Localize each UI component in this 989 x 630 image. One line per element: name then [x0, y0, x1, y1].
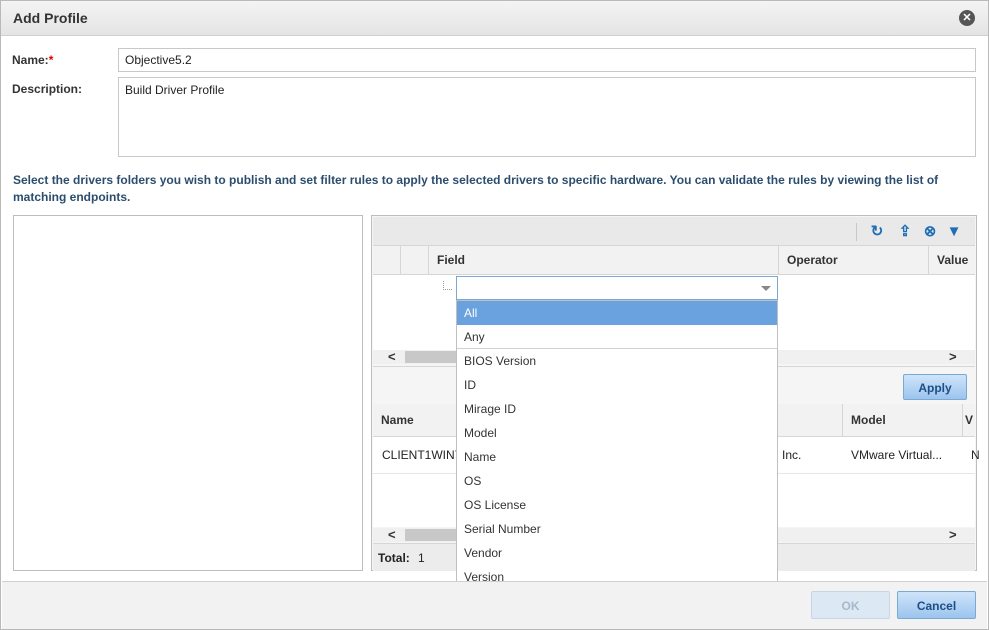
- dialog-footer: OK Cancel: [2, 581, 987, 629]
- option-model[interactable]: Model: [457, 421, 777, 445]
- col-model[interactable]: Model: [843, 404, 963, 436]
- col-truncated[interactable]: V: [963, 404, 975, 436]
- filter-icon[interactable]: ▼: [945, 223, 963, 241]
- endpoint-extra: N: [971, 448, 980, 462]
- toolbar-divider: [856, 223, 857, 241]
- add-profile-dialog: Add Profile ✕ Name:* Objective5.2 Descri…: [0, 0, 989, 630]
- rules-col-expand: [401, 246, 429, 274]
- col-field[interactable]: Field: [429, 246, 779, 274]
- description-label: Description:: [12, 82, 83, 96]
- option-bios-version[interactable]: BIOS Version: [457, 349, 777, 373]
- scroll-left-icon[interactable]: <: [388, 350, 396, 364]
- scroll-right-icon[interactable]: >: [949, 350, 957, 364]
- option-os[interactable]: OS: [457, 469, 777, 493]
- required-mark: *: [48, 53, 54, 67]
- refresh-icon[interactable]: ↻: [868, 223, 886, 241]
- clear-filter-icon[interactable]: ⊗: [921, 223, 939, 241]
- name-label: Name:*: [12, 53, 54, 67]
- tree-connector: [443, 281, 452, 290]
- dialog-titlebar: Add Profile ✕: [1, 1, 988, 36]
- field-dropdown[interactable]: [456, 276, 778, 300]
- close-icon[interactable]: ✕: [959, 10, 975, 26]
- rules-col-select: [373, 246, 401, 274]
- total-value: 1: [418, 551, 425, 565]
- option-any[interactable]: Any: [457, 325, 777, 349]
- instructions-text: Select the drivers folders you wish to p…: [13, 173, 939, 204]
- scroll-right-icon[interactable]: >: [949, 528, 957, 542]
- col-operator[interactable]: Operator: [779, 246, 929, 274]
- option-vendor[interactable]: Vendor: [457, 541, 777, 565]
- option-id[interactable]: ID: [457, 373, 777, 397]
- ok-button[interactable]: OK: [811, 591, 890, 619]
- scroll-left-icon[interactable]: <: [388, 528, 396, 542]
- description-field[interactable]: Build Driver Profile: [118, 77, 976, 157]
- option-name[interactable]: Name: [457, 445, 777, 469]
- name-field[interactable]: Objective5.2: [118, 48, 976, 72]
- col-value[interactable]: Value: [929, 246, 975, 274]
- apply-button[interactable]: Apply: [903, 374, 967, 400]
- endpoint-model: VMware Virtual...: [851, 448, 943, 462]
- chevron-down-icon[interactable]: [761, 286, 771, 291]
- rules-toolbar: ↻ ⇪ ⊗ ▼: [373, 217, 975, 246]
- field-options-list: All Any BIOS Version ID Mirage ID Model …: [456, 300, 778, 590]
- cancel-button[interactable]: Cancel: [897, 591, 976, 619]
- option-os-license[interactable]: OS License: [457, 493, 777, 517]
- endpoint-vendor: Inc.: [782, 448, 802, 462]
- option-serial-number[interactable]: Serial Number: [457, 517, 777, 541]
- export-icon[interactable]: ⇪: [896, 223, 914, 241]
- option-mirage-id[interactable]: Mirage ID: [457, 397, 777, 421]
- driver-folders-tree[interactable]: [13, 215, 363, 571]
- dialog-title: Add Profile: [13, 10, 88, 26]
- rules-grid-header: Field Operator Value: [373, 246, 975, 275]
- endpoint-name: CLIENT1WIN7: [382, 448, 462, 462]
- total-label: Total:: [378, 551, 410, 565]
- option-all[interactable]: All: [457, 301, 777, 325]
